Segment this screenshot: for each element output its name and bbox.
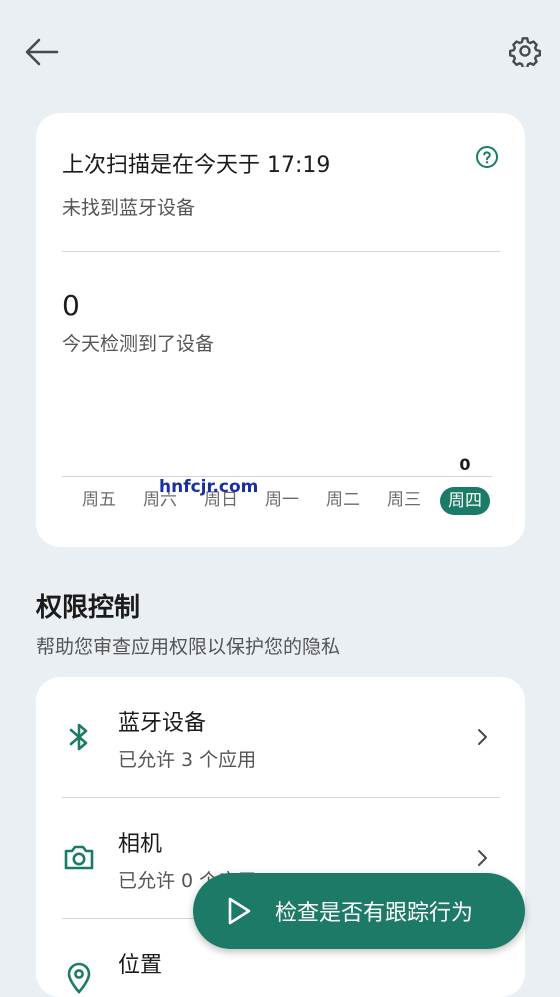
permission-name: 位置 [118, 953, 163, 978]
permission-name: 蓝牙设备 [118, 711, 207, 736]
chevron-right-icon [478, 850, 487, 866]
weekly-chart: 周五 周六 周日 周一 周二 周三 周四 0 [62, 453, 500, 533]
divider [62, 251, 500, 252]
watermark-text: hnfcjr.com [159, 477, 259, 497]
check-tracking-label: 检查是否有跟踪行为 [275, 901, 474, 926]
day-label: 周一 [265, 490, 299, 510]
arrow-left-icon [25, 38, 59, 66]
check-tracking-button[interactable]: 检查是否有跟踪行为 [193, 873, 525, 949]
permissions-title: 权限控制 [36, 593, 141, 623]
day-label: 周二 [326, 490, 360, 510]
day-label: 周五 [82, 490, 116, 510]
day-value-label: 0 [459, 455, 471, 474]
day-label: 周三 [387, 490, 421, 510]
bluetooth-icon [62, 720, 96, 754]
top-bar [0, 0, 560, 100]
back-button[interactable] [22, 32, 62, 72]
settings-button[interactable] [505, 31, 545, 71]
last-scan-result: 未找到蓝牙设备 [62, 197, 196, 219]
scan-summary-card: 上次扫描是在今天于 17:19 未找到蓝牙设备 0 今天检测到了设备 周五 周六周… [36, 113, 525, 547]
permissions-subtitle: 帮助您审查应用权限以保护您的隐私 [36, 636, 341, 658]
day-label-today: 周四 [440, 487, 490, 515]
devices-count: 0 [62, 289, 80, 322]
permission-name: 相机 [118, 832, 163, 857]
chart-baseline [62, 476, 492, 477]
devices-count-label: 今天检测到了设备 [62, 333, 215, 355]
permission-row-bluetooth[interactable]: 蓝牙设备 已允许 3 个应用 [36, 677, 525, 797]
permission-desc: 已允许 3 个应用 [118, 749, 257, 771]
gear-icon [509, 37, 541, 67]
play-icon [228, 897, 251, 925]
permissions-card: 蓝牙设备 已允许 3 个应用 相机 已允许 0 个应用 位置 [36, 677, 525, 997]
question-circle-icon[interactable] [475, 145, 499, 169]
location-icon [62, 961, 96, 995]
camera-icon [62, 840, 96, 874]
last-scan-title: 上次扫描是在今天于 17:19 [62, 153, 331, 178]
chevron-right-icon [478, 729, 487, 745]
